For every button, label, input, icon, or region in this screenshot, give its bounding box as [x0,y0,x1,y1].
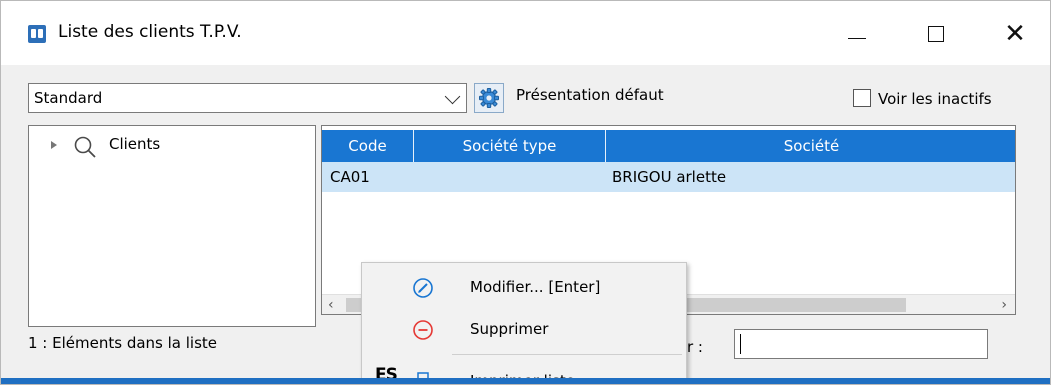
menu-separator [452,354,682,355]
show-inactive-checkbox[interactable] [853,89,871,107]
title-bar: Liste des clients T.P.V. ✕ [1,1,1050,65]
search-label: r : [687,338,703,356]
menu-item-supprimer[interactable]: Supprimer [362,311,686,349]
presentation-label: Présentation défaut [516,86,664,104]
gear-icon [479,88,499,108]
menu-item-modifier[interactable]: Modifier... [Enter] [362,269,686,307]
window-title: Liste des clients T.P.V. [58,22,242,42]
table-row[interactable]: CA01 BRIGOU arlette [322,162,1015,192]
column-header-societe[interactable]: Société [606,130,1015,162]
minimize-button[interactable] [827,11,887,57]
maximize-icon [928,26,944,42]
item-count-label: 1 : Eléments dans la liste [28,334,218,352]
context-menu: Modifier... [Enter] Supprimer ES Imprime… [361,262,687,384]
cell-code: CA01 [330,168,370,186]
search-input[interactable] [734,329,988,359]
minimize-icon [848,37,866,39]
main-window: Liste des clients T.P.V. ✕ Standard Prés… [0,0,1051,385]
maximize-button[interactable] [906,11,966,57]
tree-panel: Clients [28,125,316,327]
delete-icon [413,320,433,340]
show-inactive-label[interactable]: Voir les inactifs [878,90,992,108]
chevron-down-icon[interactable] [444,88,461,105]
close-icon: ✕ [1004,19,1026,49]
close-button[interactable]: ✕ [985,11,1045,57]
tree-expand-icon[interactable] [51,141,57,149]
view-combo-value: Standard [34,89,103,107]
cell-societe: BRIGOU arlette [612,168,727,186]
scroll-left-icon[interactable]: ‹ [328,297,334,313]
edit-icon [413,278,433,298]
column-header-societe-type[interactable]: Société type [414,130,606,162]
view-combo[interactable]: Standard [28,83,467,113]
menu-item-label: Modifier... [Enter] [470,278,601,296]
text-caret [740,334,741,354]
presentation-settings-button[interactable] [474,83,504,113]
scroll-right-icon[interactable]: › [1001,297,1007,313]
menu-item-label: Supprimer [470,320,549,338]
column-header-code[interactable]: Code [322,130,414,162]
app-icon [28,25,46,43]
grid-header: Code Société type Société [322,130,1015,162]
tree-item-clients[interactable]: Clients [109,135,160,153]
search-icon [74,136,96,158]
bottom-accent-bar [1,378,1050,384]
